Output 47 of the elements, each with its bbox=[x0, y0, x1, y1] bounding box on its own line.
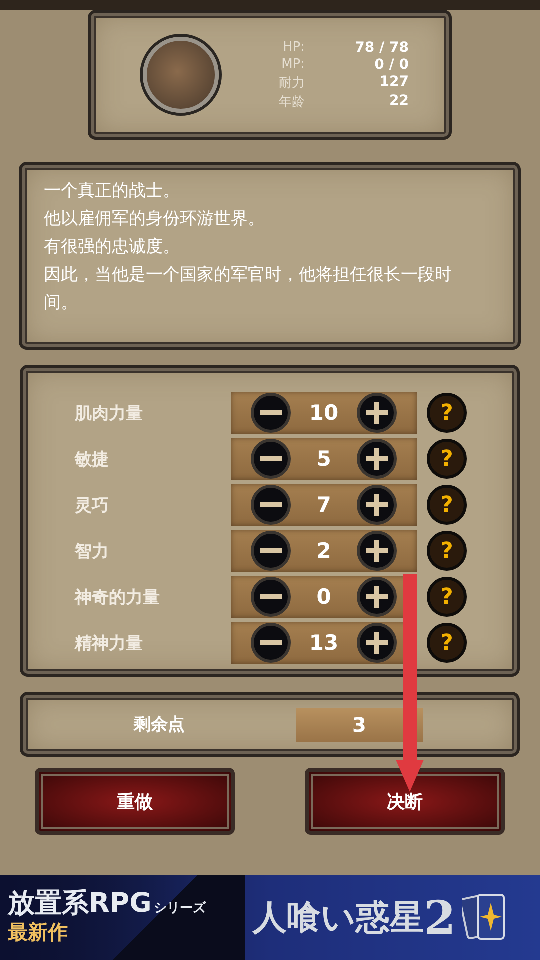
description-line: 有很强的忠诚度。 bbox=[44, 236, 181, 259]
stat-value: 127 bbox=[378, 74, 409, 92]
remaining-points-label: 剩余点 bbox=[132, 714, 186, 736]
plus-icon[interactable] bbox=[357, 439, 397, 479]
banner-title-number: 2 bbox=[424, 890, 456, 944]
stat-label: HP: bbox=[282, 40, 305, 56]
stat-value: 0 / 0 bbox=[374, 56, 409, 72]
minus-icon[interactable] bbox=[251, 393, 291, 433]
help-button[interactable]: ? bbox=[427, 623, 467, 663]
minus-icon[interactable] bbox=[251, 485, 291, 525]
ad-banner[interactable]: 放置系RPG シリーズ 最新作 人喰い惑星2 bbox=[0, 875, 540, 960]
attribute-label: 神奇的力量 bbox=[74, 586, 161, 608]
minus-icon[interactable] bbox=[251, 531, 291, 571]
attribute-value: 2 bbox=[316, 539, 332, 563]
plus-icon[interactable] bbox=[357, 485, 397, 525]
attribute-label: 智力 bbox=[74, 540, 110, 562]
stat-value: 22 bbox=[388, 92, 409, 110]
attribute-value: 0 bbox=[316, 585, 332, 609]
description-line: 因此，当他是一个国家的军官时，他将担任很长一段时间。 bbox=[44, 264, 453, 315]
plus-icon[interactable] bbox=[357, 393, 397, 433]
attribute-label: 敏捷 bbox=[74, 448, 110, 470]
help-button[interactable]: ? bbox=[427, 577, 467, 617]
attribute-label: 精神力量 bbox=[74, 632, 144, 654]
minus-icon[interactable] bbox=[251, 439, 291, 479]
attribute-value: 13 bbox=[308, 631, 340, 655]
stat-value: 78 / 78 bbox=[354, 40, 409, 56]
stat-label: 年龄 bbox=[279, 94, 305, 110]
banner-title: 人喰い惑星 bbox=[253, 896, 424, 940]
plus-icon[interactable] bbox=[357, 531, 397, 571]
banner-tag: 最新作 bbox=[8, 918, 245, 946]
help-button[interactable]: ? bbox=[427, 439, 467, 479]
attribute-value: 10 bbox=[308, 401, 340, 425]
attribute-value: 7 bbox=[316, 493, 332, 517]
attribute-label: 肌肉力量 bbox=[74, 402, 144, 424]
action-button[interactable]: 重做 bbox=[35, 768, 235, 835]
attribute-label: 灵巧 bbox=[74, 494, 110, 516]
help-button[interactable]: ? bbox=[427, 393, 467, 433]
description-line: 他以雇佣军的身份环游世界。 bbox=[44, 208, 266, 231]
banner-series-text: 放置系RPG bbox=[8, 890, 152, 916]
banner-series-suffix: シリーズ bbox=[154, 900, 206, 916]
help-button[interactable]: ? bbox=[427, 531, 467, 571]
action-button[interactable]: 决断 bbox=[305, 768, 505, 835]
stat-label: 耐力 bbox=[279, 74, 305, 92]
description-line: 一个真正的战士。 bbox=[44, 180, 181, 203]
help-button[interactable]: ? bbox=[427, 485, 467, 525]
attribute-value: 5 bbox=[316, 447, 332, 471]
stat-label: MP: bbox=[280, 56, 305, 72]
